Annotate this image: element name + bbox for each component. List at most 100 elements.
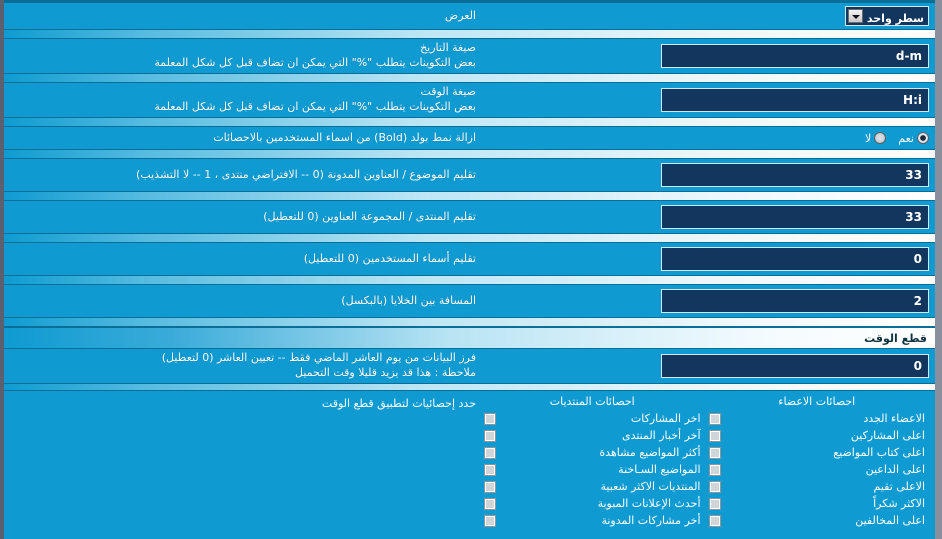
divider-3	[4, 117, 935, 127]
stats-item-new-members[interactable]: الاعضاء الجدد	[708, 412, 925, 425]
cell-spacing-control	[480, 289, 929, 313]
stats-checkbox-latest-posts[interactable]	[484, 412, 496, 425]
stats-item-most-thanked[interactable]: الاكثر شكراً	[708, 497, 925, 510]
display-select-control: سطر واحد	[480, 6, 929, 28]
bold-removal-no-radio[interactable]	[874, 132, 887, 144]
time-cut-input[interactable]	[661, 354, 929, 378]
stats-item-most-viewed-threads-label: أكثر المواضيع مشاهدة	[599, 446, 701, 459]
stats-item-most-thanked-label: الاكثر شكراً	[873, 497, 925, 510]
stats-checkbox-top-posters[interactable]	[708, 429, 721, 442]
divider-2	[4, 73, 935, 83]
divider-5	[4, 191, 935, 201]
trim-forum-title: تقليم المنتدى / المجموعة العناوين (0 للت…	[263, 209, 476, 223]
stats-checkbox-top-rated[interactable]	[708, 480, 721, 493]
display-label-title: العرض	[444, 8, 476, 22]
cell-spacing-input[interactable]	[661, 289, 929, 313]
stats-checkbox-top-inviters[interactable]	[708, 463, 721, 476]
row-trim-username: تقليم أسماء المستخدمين (0 للتعطيل)	[4, 243, 935, 275]
bold-removal-no[interactable]: لا	[865, 132, 887, 145]
stats-checkbox-most-viewed-threads[interactable]	[484, 446, 496, 459]
time-cut-desc: ملاحظة : هذا قد يزيد قليلا وقت التحميل	[295, 366, 476, 379]
stats-checkbox-latest-classifieds[interactable]	[484, 497, 496, 510]
stats-column-members-head: احصائات الاعضاء	[778, 395, 856, 408]
date-format-input[interactable]	[661, 44, 929, 68]
stats-item-top-rated-label: الاعلى تقيم	[873, 480, 925, 493]
bold-removal-label: ازالة نمط بولد (Bold) من اسماء المستخدمي…	[10, 131, 480, 146]
bold-removal-radios: نعم لا	[865, 132, 929, 145]
stats-checkbox-latest-blog-posts[interactable]	[484, 514, 496, 527]
trim-forum-label: تقليم المنتدى / المجموعة العناوين (0 للت…	[10, 210, 480, 225]
stats-item-latest-blog-posts[interactable]: أخر مشاركات المدونة	[484, 514, 701, 527]
stats-item-top-posters[interactable]: اعلى المشاركين	[708, 429, 925, 442]
stats-item-popular-forums[interactable]: المنتديات الاكثر شعبية	[484, 480, 701, 493]
stats-item-top-violators[interactable]: اعلى المخالفين	[708, 514, 925, 527]
stats-item-latest-posts[interactable]: اخر المشاركات	[484, 412, 701, 425]
display-select[interactable]: سطر واحد	[846, 10, 928, 28]
divider-7	[4, 275, 935, 285]
stats-column-members: احصائات الاعضاء الاعضاء الجدد اعلى المشا…	[705, 395, 930, 531]
stats-selection-row: احصائات الاعضاء الاعضاء الجدد اعلى المشا…	[4, 391, 935, 539]
bold-removal-yes[interactable]: نعم	[898, 132, 929, 145]
row-trim-forum: تقليم المنتدى / المجموعة العناوين (0 للت…	[4, 201, 935, 233]
time-format-input[interactable]	[661, 88, 929, 112]
stats-checkbox-top-thread-starters[interactable]	[708, 446, 721, 459]
stats-checkbox-hot-threads[interactable]	[484, 463, 496, 476]
stats-column-forums-head: احصائات المنتديات	[549, 395, 635, 408]
trim-forum-input[interactable]	[661, 205, 929, 229]
divider-4	[4, 149, 935, 159]
stats-checkbox-most-thanked[interactable]	[708, 497, 721, 510]
trim-forum-control	[480, 205, 929, 229]
trim-thread-input[interactable]	[661, 163, 929, 187]
settings-page: سطر واحد العرض صيغة التاريخ بعض التكوينا…	[0, 0, 942, 539]
cell-spacing-label: المسافة بين الخلايا (بالبكسل)	[10, 294, 480, 309]
stats-item-latest-forum-news[interactable]: آخر أخبار المنتدى	[484, 429, 701, 442]
date-format-label: صيغة التاريخ بعض التكوينات يتطلب "%" الت…	[10, 41, 480, 71]
stats-checkbox-popular-forums[interactable]	[484, 480, 496, 493]
display-select-wrapper[interactable]: سطر واحد	[845, 6, 929, 28]
stats-item-top-violators-label: اعلى المخالفين	[855, 514, 925, 527]
bold-removal-yes-radio[interactable]	[917, 132, 929, 144]
section-header-time-cut: قطع الوقت	[4, 327, 935, 349]
stats-item-latest-forum-news-label: آخر أخبار المنتدى	[621, 429, 701, 442]
time-cut-title: فرز البيانات من يوم العاشر الماضي فقط --…	[161, 351, 476, 365]
time-cut-control	[480, 354, 929, 378]
cell-spacing-title: المسافة بين الخلايا (بالبكسل)	[341, 293, 476, 307]
row-display: سطر واحد العرض	[4, 3, 935, 29]
stats-item-top-posters-label: اعلى المشاركين	[850, 429, 925, 442]
stats-checkbox-top-violators[interactable]	[708, 514, 721, 527]
bold-removal-title: ازالة نمط بولد (Bold) من اسماء المستخدمي…	[213, 130, 476, 144]
stats-item-latest-posts-label: اخر المشاركات	[630, 412, 701, 425]
row-cell-spacing: المسافة بين الخلايا (بالبكسل)	[4, 285, 935, 317]
stats-item-top-rated[interactable]: الاعلى تقيم	[708, 480, 925, 493]
stats-item-top-thread-starters[interactable]: اعلى كتاب المواضيع	[708, 446, 925, 459]
trim-username-title: تقليم أسماء المستخدمين (0 للتعطيل)	[303, 251, 476, 265]
row-bold-removal: نعم لا ازالة نمط بولد (Bold) من اسماء ال…	[4, 127, 935, 149]
divider-9	[4, 383, 935, 391]
stats-item-latest-classifieds[interactable]: أحدث الإعلانات المبوبة	[484, 497, 701, 510]
date-format-title: صيغة التاريخ	[420, 41, 476, 55]
row-date-format: صيغة التاريخ بعض التكوينات يتطلب "%" الت…	[4, 39, 935, 73]
date-format-desc: بعض التكوينات يتطلب "%" التي يمكن ان تضا…	[154, 56, 476, 69]
divider-1	[4, 29, 935, 39]
stats-item-top-thread-starters-label: اعلى كتاب المواضيع	[833, 446, 925, 459]
stats-column-forums: احصائات المنتديات اخر المشاركات آخر أخبا…	[480, 395, 705, 531]
stats-item-hot-threads[interactable]: المواضيع السـاخنة	[484, 463, 701, 476]
stats-checkbox-new-members[interactable]	[708, 412, 721, 425]
stats-item-top-inviters[interactable]: اعلى الداعين	[708, 463, 925, 476]
stats-checkbox-latest-forum-news[interactable]	[484, 429, 496, 442]
stats-columns: احصائات الاعضاء الاعضاء الجدد اعلى المشا…	[480, 395, 929, 531]
trim-username-input[interactable]	[661, 247, 929, 271]
row-time-cut: فرز البيانات من يوم العاشر الماضي فقط --…	[4, 349, 935, 383]
time-format-desc: بعض التكوينات يتطلب "%" التي يمكن ان تضا…	[154, 100, 476, 113]
time-format-control	[480, 88, 929, 112]
bold-removal-yes-label: نعم	[898, 131, 914, 145]
time-format-title: صيغة الوقت	[420, 85, 476, 99]
row-time-format: صيغة الوقت بعض التكوينات يتطلب "%" التي …	[4, 83, 935, 117]
stats-item-most-viewed-threads[interactable]: أكثر المواضيع مشاهدة	[484, 446, 701, 459]
time-format-label: صيغة الوقت بعض التكوينات يتطلب "%" التي …	[10, 85, 480, 115]
trim-thread-label: تقليم الموضوع / العناوين المدونة (0 -- ا…	[10, 168, 480, 183]
section-header-title: قطع الوقت	[864, 331, 927, 345]
stats-selection-label: حدد إحصائيات لتطبيق قطع الوقت	[10, 395, 480, 531]
row-trim-thread: تقليم الموضوع / العناوين المدونة (0 -- ا…	[4, 159, 935, 191]
trim-username-control	[480, 247, 929, 271]
